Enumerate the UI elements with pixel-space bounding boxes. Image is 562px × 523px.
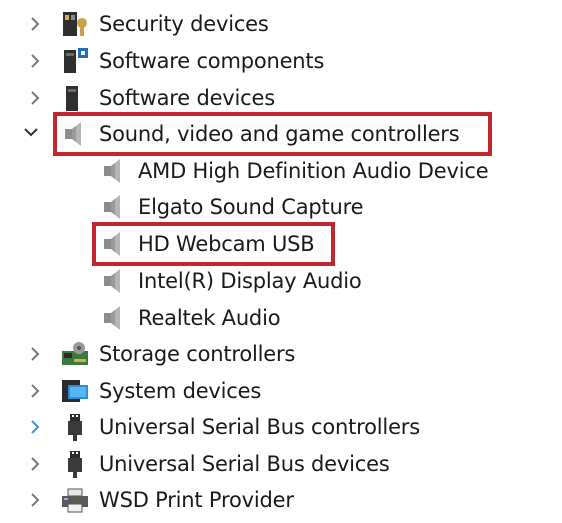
software-device-icon [60, 83, 90, 113]
tree-item-label: Intel(R) Display Audio [138, 269, 362, 293]
tree-item-label: AMD High Definition Audio Device [138, 159, 489, 183]
tree-child-realtek-audio[interactable]: Realtek Audio [0, 300, 560, 336]
software-component-icon [60, 46, 90, 76]
tree-item-label: Universal Serial Bus devices [99, 452, 390, 476]
tree-item-usb-devices[interactable]: Universal Serial Bus devices [0, 446, 560, 482]
tree-item-software-devices[interactable]: Software devices [0, 80, 560, 116]
tree-child-hd-webcam-usb[interactable]: HD Webcam USB [0, 226, 560, 262]
tree-child-elgato-sound-capture[interactable]: Elgato Sound Capture [0, 189, 560, 225]
tree-item-sound-video-game-controllers[interactable]: Sound, video and game controllers [0, 116, 560, 152]
tree-item-label: HD Webcam USB [138, 232, 315, 256]
chevron-right-icon[interactable] [28, 52, 42, 70]
tree-item-label: WSD Print Provider [99, 488, 294, 512]
tree-item-software-components[interactable]: Software components [0, 43, 560, 79]
usb-icon [60, 449, 90, 479]
tree-item-label: Storage controllers [99, 342, 296, 366]
speaker-icon [99, 156, 129, 186]
tree-item-wsd-print-provider[interactable]: WSD Print Provider [0, 482, 560, 518]
system-devices-icon [60, 376, 90, 406]
chevron-right-icon[interactable] [28, 345, 42, 363]
tree-item-label: Security devices [99, 12, 269, 36]
speaker-icon [99, 303, 129, 333]
chevron-right-icon[interactable] [28, 89, 42, 107]
tree-item-label: System devices [99, 379, 262, 403]
printer-icon [60, 485, 90, 515]
chevron-right-icon[interactable] [28, 382, 42, 400]
device-manager-tree: Security devices Software components Sof… [0, 0, 562, 523]
chevron-right-icon[interactable] [28, 455, 42, 473]
speaker-icon [99, 266, 129, 296]
chevron-down-icon[interactable] [22, 125, 38, 143]
usb-icon [60, 412, 90, 442]
tree-item-label: Universal Serial Bus controllers [99, 415, 420, 439]
tree-item-label: Realtek Audio [138, 306, 281, 330]
speaker-icon [60, 119, 90, 149]
tree-item-storage-controllers[interactable]: Storage controllers [0, 336, 560, 372]
tree-item-label: Software components [99, 49, 325, 73]
tree-item-system-devices[interactable]: System devices [0, 373, 560, 409]
security-device-icon [60, 9, 90, 39]
tree-item-label: Sound, video and game controllers [99, 122, 460, 146]
tree-item-label: Elgato Sound Capture [138, 195, 364, 219]
tree-item-label: Software devices [99, 86, 275, 110]
tree-child-amd-hd-audio[interactable]: AMD High Definition Audio Device [0, 153, 560, 189]
tree-item-usb-controllers[interactable]: Universal Serial Bus controllers [0, 409, 560, 445]
storage-controller-icon [60, 339, 90, 369]
chevron-right-icon[interactable] [28, 491, 42, 509]
tree-child-intel-display-audio[interactable]: Intel(R) Display Audio [0, 263, 560, 299]
speaker-icon [99, 229, 129, 259]
chevron-right-icon[interactable] [28, 418, 42, 436]
speaker-icon [99, 192, 129, 222]
chevron-right-icon[interactable] [28, 15, 42, 33]
tree-item-security-devices[interactable]: Security devices [0, 6, 560, 42]
